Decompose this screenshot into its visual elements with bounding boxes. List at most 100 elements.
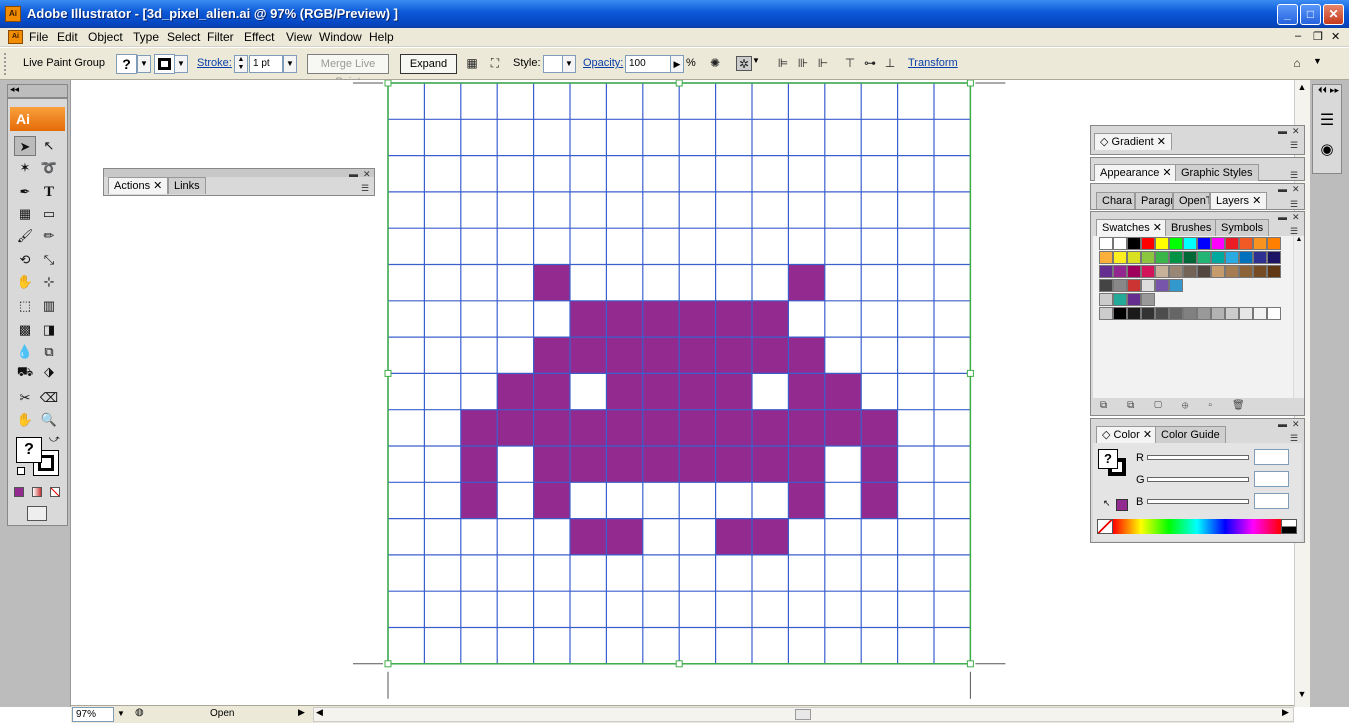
swatch[interactable] xyxy=(1113,307,1127,320)
gradient-mode-icon[interactable] xyxy=(32,487,42,497)
bounding-box-handle[interactable] xyxy=(384,660,392,668)
swatch[interactable] xyxy=(1239,265,1253,278)
swatch[interactable] xyxy=(1169,307,1183,320)
swatch[interactable] xyxy=(1127,307,1141,320)
swatch[interactable] xyxy=(1099,307,1113,320)
bounding-box-handle[interactable] xyxy=(675,80,683,87)
bounding-box-handle[interactable] xyxy=(384,80,392,87)
swatch[interactable] xyxy=(1197,237,1211,250)
default-colors-icon[interactable] xyxy=(17,467,25,475)
pixel-cell[interactable] xyxy=(533,337,570,374)
pixel-cell[interactable] xyxy=(788,409,825,446)
pixel-cell[interactable] xyxy=(533,482,570,519)
black-white-swatch[interactable] xyxy=(1281,519,1297,534)
swatch[interactable] xyxy=(1141,307,1155,320)
stroke-label[interactable]: Stroke: xyxy=(197,57,232,69)
pixel-cell[interactable] xyxy=(861,446,898,483)
pixel-cell[interactable] xyxy=(606,518,643,555)
channel-g-slider[interactable] xyxy=(1147,477,1249,482)
bounding-box-handle[interactable] xyxy=(966,660,974,668)
document-icon[interactable]: Ai xyxy=(8,30,23,44)
menu-file[interactable]: File xyxy=(29,30,48,44)
pixel-cell[interactable] xyxy=(606,409,643,446)
pixel-cell[interactable] xyxy=(570,300,607,338)
swatch[interactable] xyxy=(1113,237,1127,250)
menu-select[interactable]: Select xyxy=(167,30,200,44)
pixel-cell[interactable] xyxy=(533,409,570,446)
layers-panel-minimize-icon[interactable]: ▬ xyxy=(1278,184,1287,194)
swatch[interactable] xyxy=(1113,279,1127,292)
swatches-panel-close-icon[interactable]: ✕ xyxy=(1292,212,1300,223)
fill-swatch[interactable]: ? xyxy=(116,54,137,74)
zoom-field[interactable]: 97% xyxy=(72,707,114,722)
pixel-cell[interactable] xyxy=(642,337,680,374)
swatch[interactable] xyxy=(1253,265,1267,278)
eraser-tool-icon[interactable]: ⌫ xyxy=(38,388,60,408)
grip-icon[interactable] xyxy=(4,53,8,75)
pixel-cell[interactable] xyxy=(788,373,825,410)
swatch[interactable] xyxy=(1183,307,1197,320)
swatch[interactable] xyxy=(1267,237,1281,250)
pixel-cell[interactable] xyxy=(788,264,825,301)
doc-restore-icon[interactable]: ❐ xyxy=(1313,30,1323,43)
swatch[interactable] xyxy=(1253,307,1267,320)
none-mode-icon[interactable] xyxy=(50,487,60,497)
swatch[interactable] xyxy=(1183,251,1197,264)
scale-tool-icon[interactable]: ⤡ xyxy=(38,250,60,270)
scroll-down-icon[interactable]: ▼ xyxy=(1296,689,1308,703)
swatch[interactable] xyxy=(1211,307,1225,320)
fill-color-box[interactable]: ? xyxy=(16,437,42,463)
pixel-cell[interactable] xyxy=(570,446,607,483)
pixel-cell[interactable] xyxy=(679,373,716,410)
pixel-cell[interactable] xyxy=(752,446,789,483)
swatch[interactable] xyxy=(1141,265,1155,278)
swatch[interactable] xyxy=(1099,265,1113,278)
pixel-cell[interactable] xyxy=(788,337,825,374)
layers-panel-close-icon[interactable]: ✕ xyxy=(1292,184,1300,195)
pixel-cell[interactable] xyxy=(642,300,680,338)
bounding-box-handle[interactable] xyxy=(966,369,974,377)
gap-options-icon[interactable]: ▦ xyxy=(464,56,480,71)
tab-opentype[interactable]: OpenT xyxy=(1173,192,1210,209)
app-icon[interactable]: Ai xyxy=(5,6,21,22)
bridge-icon[interactable]: ⌂ xyxy=(1286,56,1308,71)
stroke-panel-icon[interactable]: ☰ xyxy=(1316,110,1338,132)
swatch[interactable] xyxy=(1267,265,1281,278)
swatch[interactable] xyxy=(1239,307,1253,320)
channel-b-field[interactable] xyxy=(1254,493,1289,509)
pixel-cell[interactable] xyxy=(752,409,789,446)
pixel-cell[interactable] xyxy=(788,482,825,519)
pixel-cell[interactable] xyxy=(679,409,716,446)
tab-links[interactable]: Links xyxy=(168,177,206,194)
align-top-icon[interactable]: ⊤ xyxy=(842,56,858,71)
minimize-button[interactable]: _ xyxy=(1277,4,1298,25)
pixel-cell[interactable] xyxy=(606,300,643,338)
swatch[interactable] xyxy=(1197,265,1211,278)
pixel-cell[interactable] xyxy=(715,409,752,446)
menu-window[interactable]: Window xyxy=(319,30,362,44)
pixel-cell[interactable] xyxy=(715,337,752,374)
transform-link[interactable]: Transform xyxy=(908,57,958,69)
tab-symbols[interactable]: Symbols xyxy=(1215,219,1270,236)
swatch[interactable] xyxy=(1141,237,1155,250)
pixel-cell[interactable] xyxy=(861,409,898,446)
artboard-artwork[interactable] xyxy=(350,80,1010,702)
pixel-cell[interactable] xyxy=(533,373,570,410)
swatch[interactable] xyxy=(1253,251,1267,264)
align-left-icon[interactable]: ⊫ xyxy=(775,56,791,71)
tab-paragraph[interactable]: Paragr xyxy=(1135,192,1173,209)
tab-brushes[interactable]: Brushes xyxy=(1165,219,1218,236)
swatch[interactable] xyxy=(1225,251,1239,264)
toolbox-collapse-icon[interactable]: ◂◂ xyxy=(10,84,19,95)
magic-wand-tool-icon[interactable]: ✶ xyxy=(14,158,36,178)
doc-close-icon[interactable]: ✕ xyxy=(1331,30,1340,43)
swatch[interactable] xyxy=(1239,237,1253,250)
pixel-cell[interactable] xyxy=(497,373,534,410)
out-of-gamut-icon[interactable]: ↖ xyxy=(1103,498,1111,509)
pixel-cell[interactable] xyxy=(460,482,498,519)
pixel-cell[interactable] xyxy=(679,337,716,374)
scroll-up-icon[interactable]: ▲ xyxy=(1296,82,1308,96)
pixel-cell[interactable] xyxy=(642,446,680,483)
swatch[interactable] xyxy=(1225,307,1239,320)
pixel-cell[interactable] xyxy=(460,409,498,446)
